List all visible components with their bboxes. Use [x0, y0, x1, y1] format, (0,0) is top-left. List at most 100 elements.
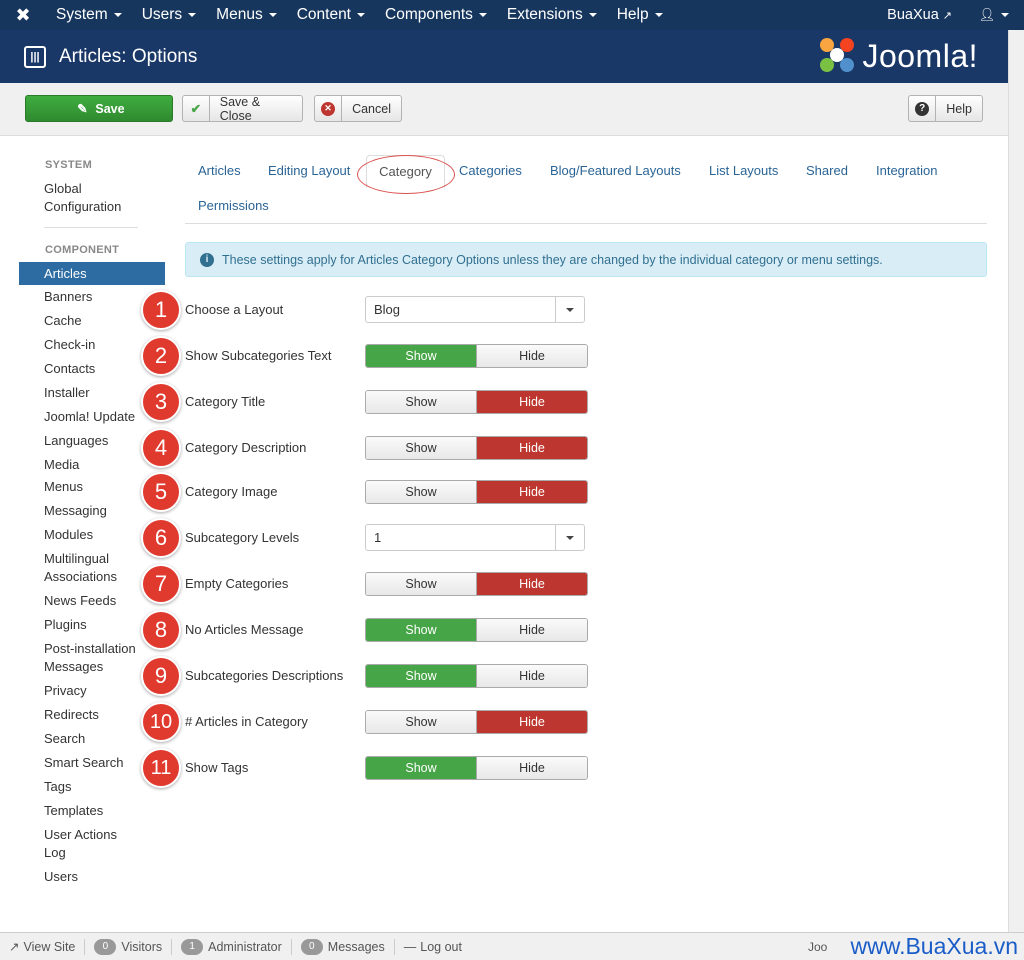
hide-option[interactable]: Hide [476, 711, 587, 733]
site-link[interactable]: BuaXua ↗ [875, 7, 964, 23]
show-option[interactable]: Show [366, 345, 476, 367]
sidebar-divider [44, 227, 138, 228]
show-option[interactable]: Show [366, 757, 476, 779]
sidebar-item-modules[interactable]: Modules [44, 526, 93, 544]
tab-integration[interactable]: Integration [876, 163, 937, 178]
sidebar-item-installer[interactable]: Installer [44, 384, 90, 402]
hide-option[interactable]: Hide [476, 665, 587, 687]
show-option[interactable]: Show [366, 481, 476, 503]
tab-articles[interactable]: Articles [198, 163, 241, 178]
menu-label: Extensions [506, 6, 583, 23]
show-option[interactable]: Show [366, 711, 476, 733]
sidebar-item-messaging[interactable]: Messaging [44, 502, 107, 520]
show-option[interactable]: Show [366, 437, 476, 459]
joomla-logo: Joomla! [818, 36, 978, 76]
check-icon: ✔ [183, 96, 210, 121]
show-option[interactable]: Show [366, 573, 476, 595]
sidebar-item-joomla-update[interactable]: Joomla! Update [44, 408, 135, 426]
administrator-status[interactable]: 1 Administrator [172, 938, 291, 955]
sidebar-item-post-installation-messages[interactable]: Post-installation Messages [44, 640, 136, 676]
show-option[interactable]: Show [366, 619, 476, 641]
external-link-icon: ↗ [942, 9, 952, 22]
tab-categories[interactable]: Categories [459, 163, 522, 178]
sidebar-item-global-configuration[interactable]: Global Configuration [44, 180, 121, 216]
tab-blog-featured-layouts[interactable]: Blog/Featured Layouts [550, 163, 681, 178]
footer-copyright: Joo [808, 939, 828, 954]
sidebar-item-templates[interactable]: Templates [44, 802, 103, 820]
cancel-button[interactable]: ✕ Cancel [314, 95, 402, 122]
menu-content[interactable]: Content [287, 0, 375, 30]
tab-category[interactable]: Category [366, 155, 445, 188]
menu-help[interactable]: Help [607, 0, 673, 30]
tab-editing-layout[interactable]: Editing Layout [268, 163, 350, 178]
options-icon: ||| [24, 45, 46, 68]
menu-system[interactable]: System [46, 0, 132, 30]
sidebar-item-search[interactable]: Search [44, 730, 85, 748]
sidebar-item-check-in[interactable]: Check-in [44, 336, 95, 354]
sidebar-item-contacts[interactable]: Contacts [44, 360, 95, 378]
empty-categories-toggle: Show Hide [365, 572, 588, 596]
sidebar-item-menus[interactable]: Menus [44, 478, 83, 496]
menu-components[interactable]: Components [375, 0, 497, 30]
hide-option[interactable]: Hide [476, 391, 587, 413]
logout-link[interactable]: — Log out [395, 940, 471, 954]
save-close-button[interactable]: ✔ Save & Close [182, 95, 303, 123]
sidebar-item-multilingual-associations[interactable]: Multilingual Associations [44, 550, 117, 586]
sidebar-item-privacy[interactable]: Privacy [44, 682, 87, 700]
tab-list-layouts[interactable]: List Layouts [709, 163, 778, 178]
hide-option[interactable]: Hide [476, 481, 587, 503]
messages-status[interactable]: 0 Messages [292, 938, 394, 955]
menu-extensions[interactable]: Extensions [497, 0, 607, 30]
hide-option[interactable]: Hide [476, 437, 587, 459]
show-option[interactable]: Show [366, 391, 476, 413]
subcategory-levels-select[interactable]: 1 [365, 524, 585, 551]
sidebar-item-redirects[interactable]: Redirects [44, 706, 99, 724]
sidebar-item-news-feeds[interactable]: News Feeds [44, 592, 116, 610]
option-label-category-image: Category Image [185, 484, 278, 499]
hide-option[interactable]: Hide [476, 345, 587, 367]
choose-layout-select[interactable]: Blog [365, 296, 585, 323]
sidebar-item-user-actions-log[interactable]: User Actions Log [44, 826, 117, 862]
show-option[interactable]: Show [366, 665, 476, 687]
sidebar-item-label: Global [44, 181, 82, 196]
hide-option[interactable]: Hide [476, 619, 587, 641]
visitors-status[interactable]: 0 Visitors [85, 938, 171, 955]
joomla-menu-icon[interactable]: ✖ [0, 0, 46, 30]
tab-shared[interactable]: Shared [806, 163, 848, 178]
caret-down-icon [1001, 13, 1010, 17]
info-icon: i [200, 252, 214, 267]
admin-count-badge: 1 [181, 938, 204, 955]
menu-label: Content [296, 6, 351, 23]
sidebar-item-users[interactable]: Users [44, 868, 78, 886]
category-image-toggle: Show Hide [365, 480, 588, 504]
select-value: Blog [374, 302, 401, 317]
sidebar-item-tags[interactable]: Tags [44, 778, 71, 796]
sidebar-item-articles[interactable]: Articles [19, 262, 165, 285]
title-bar: ||| Articles: Options Joomla! [0, 30, 1008, 83]
sidebar-item-smart-search[interactable]: Smart Search [44, 754, 123, 772]
site-name: BuaXua [887, 7, 939, 23]
menu-menus[interactable]: Menus [206, 0, 287, 30]
visitors-label: Visitors [121, 939, 163, 954]
cross-icon: ✕ [321, 101, 336, 116]
tab-permissions[interactable]: Permissions [198, 198, 269, 213]
category-title-toggle: Show Hide [365, 390, 588, 414]
sidebar-item-label: Messages [44, 659, 104, 674]
administrator-label: Administrator [208, 939, 282, 954]
menu-users[interactable]: Users [132, 0, 206, 30]
caret-down-icon [113, 13, 122, 17]
sidebar-item-label: Associations [44, 569, 117, 584]
sidebar-item-plugins[interactable]: Plugins [44, 616, 87, 634]
help-button[interactable]: ? Help [908, 95, 983, 122]
user-menu[interactable]: 👤︎ [964, 7, 1024, 23]
sidebar-item-languages[interactable]: Languages [44, 432, 108, 450]
sidebar-item-banners[interactable]: Banners [44, 288, 92, 306]
sidebar-item-cache[interactable]: Cache [44, 312, 82, 330]
save-button[interactable]: ✎ Save [25, 95, 173, 122]
caret-down-icon [268, 13, 277, 17]
hide-option[interactable]: Hide [476, 757, 587, 779]
vertical-scrollbar[interactable] [1008, 30, 1024, 932]
hide-option[interactable]: Hide [476, 573, 587, 595]
view-site-link[interactable]: ↗ View Site [0, 939, 84, 955]
sidebar-item-media[interactable]: Media [44, 456, 79, 474]
